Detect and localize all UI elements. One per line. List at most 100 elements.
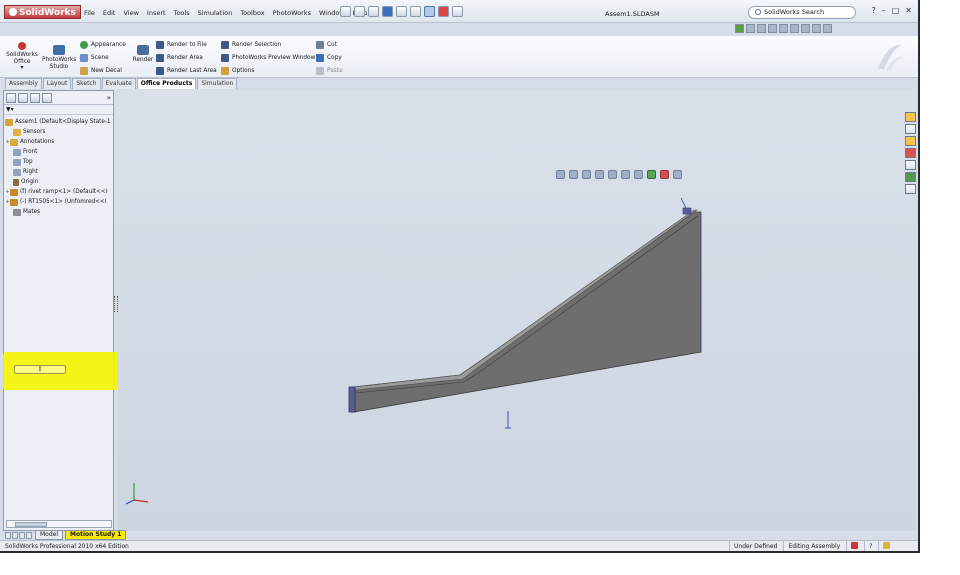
tree-root[interactable]: Assem1 (Default<Display State-1 — [5, 117, 113, 127]
menu-insert[interactable]: Insert — [143, 8, 170, 18]
tree-item-right[interactable]: Right — [5, 167, 113, 177]
render-last-area-button[interactable]: Render Last Area — [156, 67, 217, 75]
tree-item-top[interactable]: Top — [5, 157, 113, 167]
menu-toolbox[interactable]: Toolbox — [236, 8, 268, 18]
status-definition: Under Defined — [729, 541, 777, 551]
render-to-file-button[interactable]: Render to File — [156, 41, 207, 49]
open-icon[interactable] — [368, 6, 379, 17]
new-decal-button[interactable]: New Decal — [80, 67, 122, 75]
expand-panel-icon[interactable]: » — [107, 93, 111, 102]
design-library-icon[interactable] — [905, 136, 916, 146]
chart-icon[interactable] — [779, 24, 788, 33]
scrollbar-thumb[interactable] — [15, 522, 47, 527]
tab-nav-last[interactable] — [26, 531, 32, 539]
help-button[interactable]: ? — [871, 6, 875, 15]
display-style-icon[interactable] — [621, 170, 630, 179]
view-orientation-icon[interactable] — [608, 170, 617, 179]
options-button[interactable]: Options — [221, 67, 254, 75]
grid-icon[interactable] — [768, 24, 777, 33]
tree-item-rt1505[interactable]: + (-) RT1505<1> (Unfomred<<I — [5, 197, 113, 207]
home-icon[interactable] — [905, 112, 916, 122]
tree-item-annotations[interactable]: + Annotations — [5, 137, 113, 147]
property-tab-icon[interactable] — [18, 93, 28, 103]
tab-assembly[interactable]: Assembly — [5, 78, 42, 89]
tree-item-sensors[interactable]: Sensors — [5, 127, 113, 137]
render-selection-button[interactable]: Render Selection — [221, 41, 281, 49]
menu-photoworks[interactable]: PhotoWorks — [269, 8, 315, 18]
zoom-icon[interactable] — [735, 24, 744, 33]
status-help-button[interactable]: ? — [864, 541, 872, 551]
display-tab-icon[interactable] — [42, 93, 52, 103]
scene-icon[interactable] — [660, 170, 669, 179]
paste-button[interactable]: Paste — [316, 67, 343, 75]
table-icon[interactable] — [757, 24, 766, 33]
tab-simulation[interactable]: Simulation — [197, 78, 238, 89]
minimize-button[interactable]: – — [882, 6, 886, 15]
columns-icon[interactable] — [812, 24, 821, 33]
tab-nav-next[interactable] — [19, 531, 25, 539]
view-palette-icon[interactable] — [905, 172, 916, 182]
menu-edit[interactable]: Edit — [99, 8, 120, 18]
view-settings-icon[interactable] — [673, 170, 682, 179]
tab-evaluate[interactable]: Evaluate — [101, 78, 136, 89]
edit-appearance-icon[interactable] — [647, 170, 656, 179]
layers-icon[interactable] — [790, 24, 799, 33]
previous-view-icon[interactable] — [582, 170, 591, 179]
graphics-area[interactable]: – ▫ ✕ — [118, 90, 916, 531]
menu-file[interactable]: File — [80, 8, 99, 18]
rebuild-status[interactable] — [846, 541, 859, 551]
tab-sketch[interactable]: Sketch — [72, 78, 101, 89]
close-button[interactable]: ✕ — [905, 6, 912, 15]
search-input[interactable]: SolidWorks Search — [748, 6, 856, 19]
tab-motion-study[interactable]: Motion Study 1 — [65, 530, 127, 540]
zoom-area-icon[interactable] — [569, 170, 578, 179]
scene-button[interactable]: Scene — [80, 54, 109, 62]
highlighted-scrollbar-thumb[interactable]: || — [14, 365, 66, 374]
photoworks-studio-button[interactable]: PhotoWorks Studio — [42, 45, 76, 70]
search-results-icon[interactable] — [905, 160, 916, 170]
file-properties-icon[interactable] — [452, 6, 463, 17]
solidworks-office-button[interactable]: SolidWorks Office ▾ — [6, 42, 38, 72]
status-tools[interactable] — [878, 541, 891, 551]
tab-nav-first[interactable] — [5, 531, 11, 539]
menu-simulation[interactable]: Simulation — [194, 8, 237, 18]
solidworks-logo[interactable]: SolidWorks — [4, 5, 81, 19]
hide-show-icon[interactable] — [634, 170, 643, 179]
new-document-icon[interactable] — [354, 6, 365, 17]
undo-icon[interactable] — [410, 6, 421, 17]
tab-layout[interactable]: Layout — [42, 78, 72, 89]
copy-button[interactable]: Copy — [316, 54, 342, 62]
render-button[interactable]: Render — [131, 45, 155, 64]
rebuild-icon[interactable] — [438, 6, 449, 17]
menu-tools[interactable]: Tools — [170, 8, 194, 18]
tree-item-rivet-ramp[interactable]: + (f) rivet ramp<1> (Default<<I — [5, 187, 113, 197]
zoom-to-fit-icon[interactable] — [556, 170, 565, 179]
tab-nav-prev[interactable] — [12, 531, 18, 539]
cut-button[interactable]: Cut — [316, 41, 337, 49]
tile-icon[interactable] — [823, 24, 832, 33]
panel-horizontal-scrollbar[interactable] — [6, 520, 112, 528]
list-icon[interactable] — [746, 24, 755, 33]
preview-window-button[interactable]: PhotoWorks Preview Window — [221, 54, 315, 62]
pin-icon[interactable] — [340, 6, 351, 17]
file-explorer-icon[interactable] — [905, 148, 916, 158]
tree-item-front[interactable]: Front — [5, 147, 113, 157]
appearances-icon[interactable] — [905, 184, 916, 194]
tree-item-origin[interactable]: Origin — [5, 177, 113, 187]
print-icon[interactable] — [396, 6, 407, 17]
save-icon[interactable] — [382, 6, 393, 17]
tree-filter[interactable]: ▼▾ — [4, 105, 113, 115]
menu-view[interactable]: View — [119, 8, 142, 18]
tab-office-products[interactable]: Office Products — [136, 78, 197, 89]
pause-icon[interactable] — [801, 24, 810, 33]
resources-icon[interactable] — [905, 124, 916, 134]
select-icon[interactable] — [424, 6, 435, 17]
section-view-icon[interactable] — [595, 170, 604, 179]
tree-item-mates[interactable]: Mates — [5, 207, 113, 217]
render-area-button[interactable]: Render Area — [156, 54, 203, 62]
config-tab-icon[interactable] — [30, 93, 40, 103]
feature-tree-tab-icon[interactable] — [6, 93, 16, 103]
tab-model[interactable]: Model — [35, 530, 64, 540]
appearance-button[interactable]: Appearance — [80, 41, 126, 49]
restore-button[interactable]: □ — [892, 6, 900, 15]
